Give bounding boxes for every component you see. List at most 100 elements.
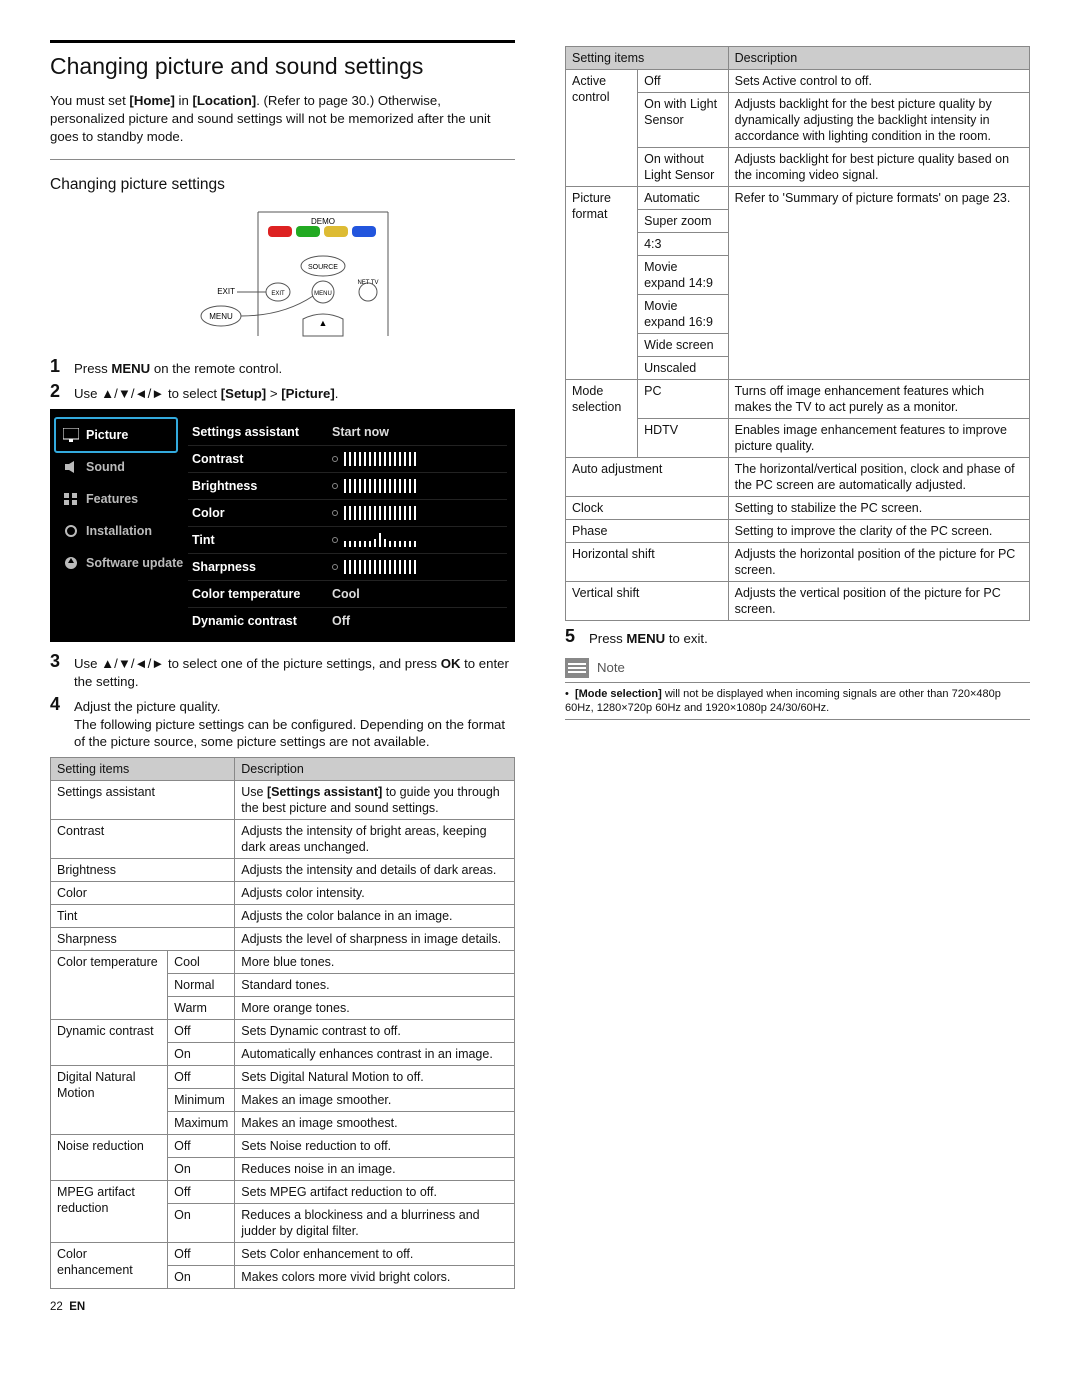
table-cell: MPEG artifact reduction [51,1181,168,1243]
remote-svg: DEMO SOURCE EXIT MENU NET TV ▲ EXIT [163,204,403,344]
table2-header-desc: Description [728,47,1029,70]
demo-label: DEMO [311,217,335,226]
table-cell: Adjusts the horizontal position of the p… [728,543,1029,582]
osd-screenshot: Picture Sound Features Installation Soft… [50,409,515,642]
table-cell: Phase [566,520,729,543]
osd-row: Tint [188,526,507,553]
table-cell: Refer to 'Summary of picture formats' on… [728,187,1029,380]
table-cell: Tint [51,905,235,928]
osd-row-value [332,560,503,574]
osd-row-label: Settings assistant [192,425,332,439]
gear-icon [62,522,80,540]
svg-text:NET TV: NET TV [357,280,378,286]
table2-header-items: Setting items [566,47,729,70]
intro-paragraph: You must set [Home] in [Location]. (Refe… [50,92,515,145]
green-button [296,226,320,237]
table-cell: Wide screen [638,334,729,357]
osd-side-installation: Installation [58,515,188,547]
step-5: 5Press MENU to exit. [565,627,1030,648]
table-cell: Adjusts the level of sharpness in image … [235,928,515,951]
table-cell: Standard tones. [235,974,515,997]
svg-text:EXIT: EXIT [271,291,285,297]
osd-row: Color temperatureCool [188,580,507,607]
table-cell: Vertical shift [566,582,729,621]
osd-row-value [332,533,503,547]
table-cell: Setting to improve the clarity of the PC… [728,520,1029,543]
table-cell: Maximum [168,1112,235,1135]
osd-row: Dynamic contrastOff [188,607,507,634]
svg-text:MENU: MENU [314,291,332,297]
page-footer: 22 EN [50,1301,515,1313]
table-cell: On without Light Sensor [638,148,729,187]
table-cell: Noise reduction [51,1135,168,1181]
table-cell: Cool [168,951,235,974]
osd-row-value: Cool [332,587,503,601]
table-cell: Automatic [638,187,729,210]
table-cell: Off [638,70,729,93]
table-cell: Color temperature [51,951,168,1020]
table-cell: 4:3 [638,233,729,256]
table-cell: Off [168,1066,235,1089]
table-cell: On [168,1266,235,1289]
table-cell: Adjusts the intensity of bright areas, k… [235,820,515,859]
osd-side-picture: Picture [58,419,188,451]
table-cell: Minimum [168,1089,235,1112]
osd-row-label: Dynamic contrast [192,614,332,628]
table-cell: PC [638,380,729,419]
table-cell: Off [168,1243,235,1266]
table-cell: Sharpness [51,928,235,951]
blue-button [352,226,376,237]
osd-side-features: Features [58,483,188,515]
left-column: Changing picture and sound settings You … [50,40,515,1313]
table-cell: Makes colors more vivid bright colors. [235,1266,515,1289]
table-cell: Warm [168,997,235,1020]
step-1: 1Press MENU on the remote control. [50,357,515,378]
table-cell: Makes an image smoothest. [235,1112,515,1135]
table-cell: Contrast [51,820,235,859]
osd-side-software: Software update [58,547,188,579]
divider [50,159,515,160]
table-cell: Auto adjustment [566,458,729,497]
table-cell: Sets Noise reduction to off. [235,1135,515,1158]
osd-main: Settings assistantStart nowContrastBrigh… [188,419,507,634]
step-2: 2Use ▲/▼/◄/► to select [Setup] > [Pictur… [50,382,515,403]
table-cell: More orange tones. [235,997,515,1020]
table-cell: Reduces noise in an image. [235,1158,515,1181]
table-cell: Sets Digital Natural Motion to off. [235,1066,515,1089]
table-cell: Brightness [51,859,235,882]
osd-row-label: Sharpness [192,560,332,574]
table-2: Setting items Description Active control… [565,46,1030,621]
osd-row-value [332,506,503,520]
table-cell: Picture format [566,187,638,380]
osd-row-label: Color temperature [192,587,332,601]
step-4: 4Adjust the picture quality.The followin… [50,695,515,751]
table-cell: Off [168,1020,235,1043]
features-icon [62,490,80,508]
osd-row-value [332,452,503,466]
osd-row-label: Contrast [192,452,332,466]
table-cell: Movie expand 14:9 [638,256,729,295]
osd-row-value: Start now [332,425,503,439]
table-cell: On with Light Sensor [638,93,729,148]
table-cell: Dynamic contrast [51,1020,168,1066]
table-cell: Clock [566,497,729,520]
table-cell: The horizontal/vertical position, clock … [728,458,1029,497]
table-cell: Digital Natural Motion [51,1066,168,1135]
osd-row-label: Tint [192,533,332,547]
svg-text:▲: ▲ [318,318,327,328]
svg-text:SOURCE: SOURCE [308,264,338,271]
table-cell: Adjusts backlight for the best picture q… [728,93,1029,148]
table-cell: Adjusts the color balance in an image. [235,905,515,928]
table-cell: Sets Dynamic contrast to off. [235,1020,515,1043]
note-icon [565,658,589,678]
table-1: Setting items Description Settings assis… [50,757,515,1289]
update-icon [62,554,80,572]
osd-row-label: Color [192,506,332,520]
table-cell: Settings assistant [51,781,235,820]
table-cell: Mode selection [566,380,638,458]
sound-icon [62,458,80,476]
table-cell: Adjusts color intensity. [235,882,515,905]
table-cell: Reduces a blockiness and a blurriness an… [235,1204,515,1243]
table-cell: Automatically enhances contrast in an im… [235,1043,515,1066]
table-cell: Sets Active control to off. [728,70,1029,93]
